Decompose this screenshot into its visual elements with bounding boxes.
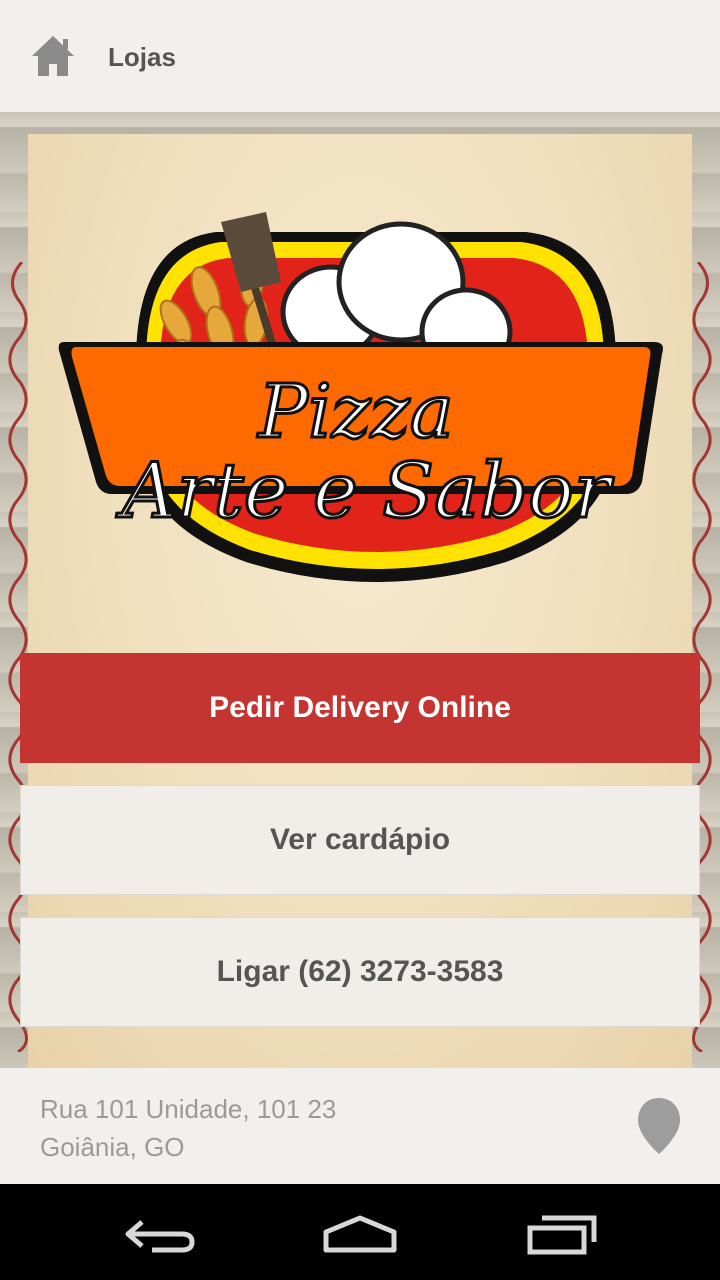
restaurant-logo: Pizza Arte e Sabor (58, 212, 663, 582)
call-store-button[interactable]: Ligar (62) 3273-3583 (20, 917, 700, 1027)
logo-line-2: Arte e Sabor (116, 446, 615, 535)
back-icon[interactable] (112, 1204, 208, 1264)
top-bar: Lojas (0, 0, 720, 112)
home-icon[interactable] (30, 34, 76, 78)
store-address-bar: Rua 101 Unidade, 101 23 Goiânia, GO (0, 1068, 720, 1184)
page-title: Lojas (108, 42, 176, 72)
delivery-online-button[interactable]: Pedir Delivery Online (20, 653, 700, 763)
map-pin-icon[interactable] (636, 1096, 682, 1156)
nav-home-icon[interactable] (312, 1204, 408, 1264)
recent-apps-icon[interactable] (514, 1204, 610, 1264)
system-nav-bar (0, 1184, 720, 1280)
logo-line-1: Pizza (256, 369, 454, 455)
view-menu-button[interactable]: Ver cardápio (20, 785, 700, 895)
address-line-1: Rua 101 Unidade, 101 23 (40, 1094, 337, 1124)
address-line-2: Goiânia, GO (40, 1132, 185, 1162)
